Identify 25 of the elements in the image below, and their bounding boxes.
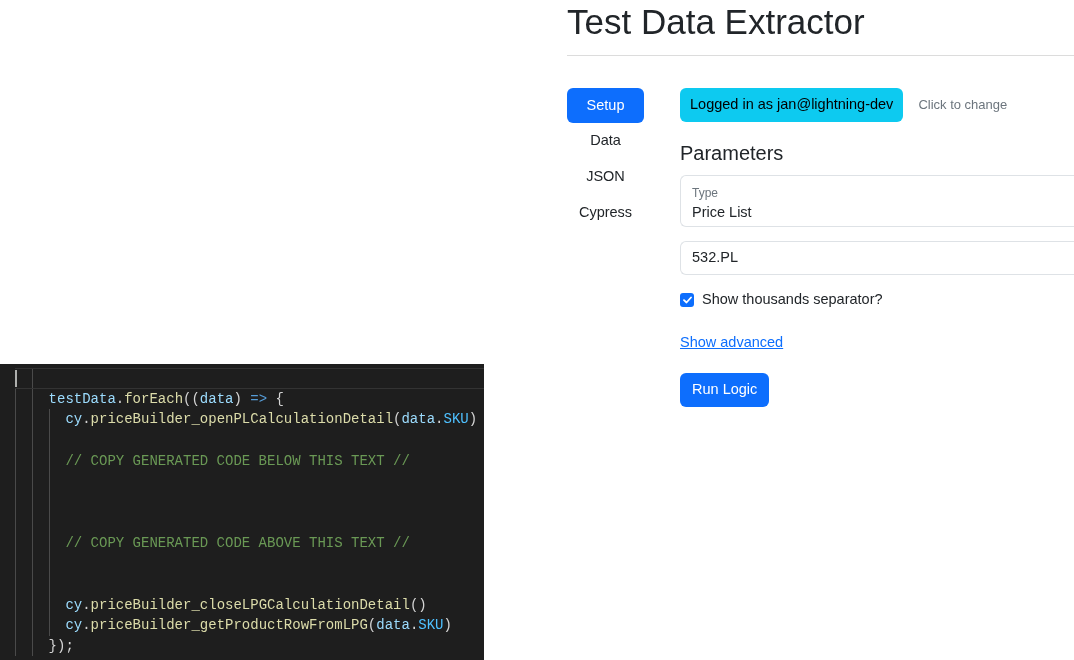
code-line: // COPY GENERATED CODE ABOVE THIS TEXT // — [65, 534, 410, 554]
login-button[interactable]: Logged in as jan@lightning-dev — [680, 88, 904, 122]
nav-tab[interactable]: Setup — [567, 88, 644, 123]
nav-tab[interactable]: Data — [567, 123, 644, 159]
code-line: cy.priceBuilder_closeLPGCalculationDetail() — [65, 595, 427, 615]
text-cursor — [15, 369, 17, 387]
select-value: Price List — [692, 203, 752, 222]
nav-tab[interactable]: Cypress — [567, 195, 644, 231]
code-line: // COPY GENERATED CODE BELOW THIS TEXT // — [65, 451, 410, 471]
code-line: testData.forEach((data) => { — [48, 389, 284, 409]
checkbox[interactable] — [680, 293, 694, 307]
code-line: }); — [48, 637, 74, 656]
show-advanced-link[interactable]: Show advanced — [680, 332, 784, 352]
checkmark-icon — [682, 296, 692, 304]
type-select[interactable]: Type Price List — [680, 175, 1074, 227]
text-field[interactable]: 532.PL — [680, 241, 1074, 275]
floating-label: Type — [692, 185, 718, 201]
checkbox-label: Show thousands separator? — [702, 290, 883, 310]
change-hint: Click to change — [918, 96, 1008, 115]
nav-tab[interactable]: JSON — [567, 159, 644, 195]
section-heading: Parameters — [680, 141, 784, 165]
code-line: cy.priceBuilder_openPLCalculationDetail(data.SKU) — [65, 410, 478, 430]
code-line: cy.priceBuilder_getProductRowFromLPG(data.SKU) — [65, 616, 452, 636]
run-button[interactable]: Run Logic — [680, 373, 770, 407]
page-title: Test Data Extractor — [567, 1, 865, 43]
